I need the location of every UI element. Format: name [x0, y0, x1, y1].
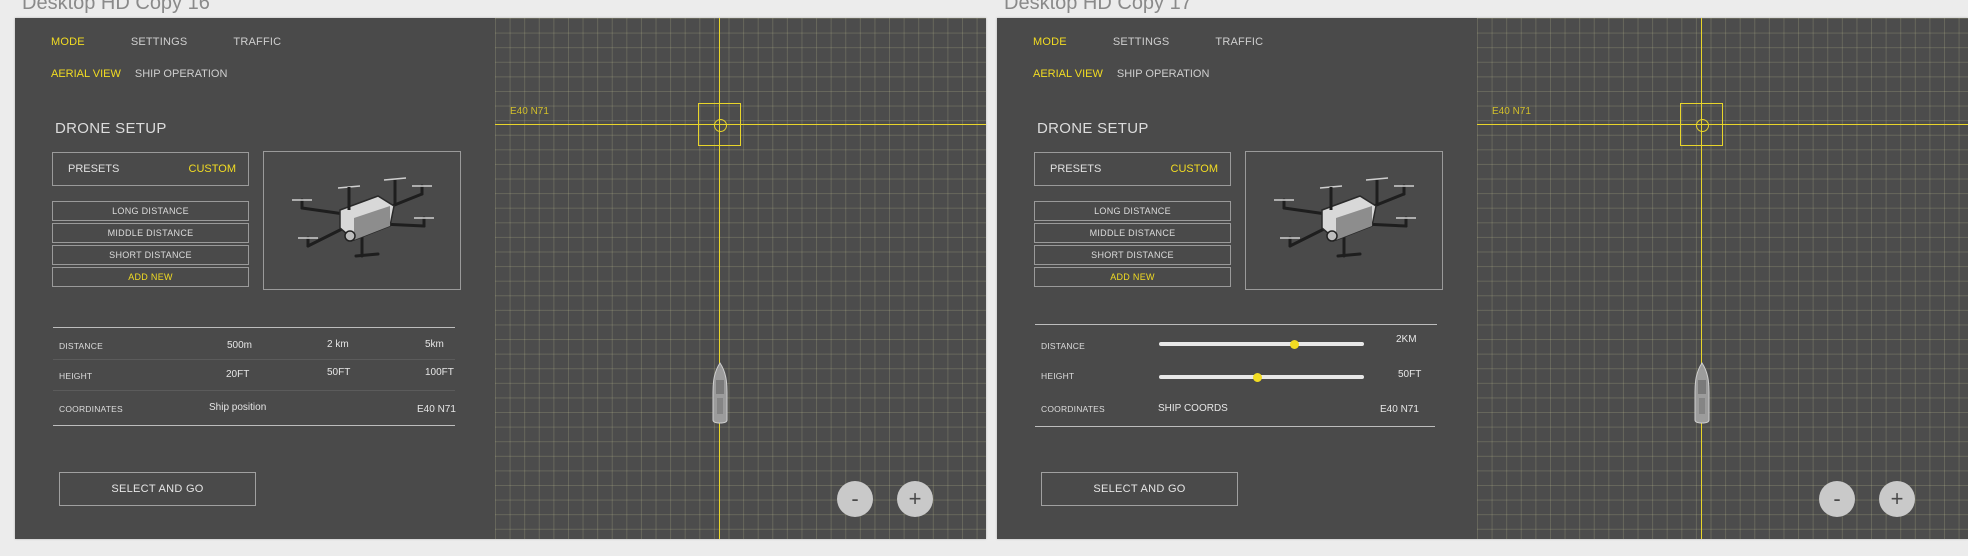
- preset-short-distance[interactable]: SHORT DISTANCE: [1034, 245, 1231, 265]
- coordinates-ship-coords[interactable]: SHIP COORDS: [1158, 403, 1228, 414]
- artboard-2: MODE SETTINGS TRAFFIC AERIAL VIEW SHIP O…: [997, 18, 1968, 539]
- nav-traffic[interactable]: TRAFFIC: [1215, 36, 1263, 48]
- table-bottom-divider: [1035, 426, 1435, 427]
- map-coordinate-label: E40 N71: [1492, 106, 1531, 117]
- table-bottom-divider: [53, 425, 455, 426]
- drone-icon: [1274, 176, 1416, 257]
- row-divider: [53, 390, 455, 391]
- preset-add-new[interactable]: ADD NEW: [1034, 267, 1231, 287]
- map-coordinate-label: E40 N71: [510, 106, 549, 117]
- table-top-divider: [1035, 324, 1437, 325]
- ship-icon[interactable]: [1694, 362, 1710, 424]
- control-panel: MODE SETTINGS TRAFFIC AERIAL VIEW SHIP O…: [15, 18, 495, 539]
- distance-option-2km[interactable]: 2 km: [327, 339, 349, 350]
- coordinates-label: COORDINATES: [1041, 404, 1105, 414]
- presets-dropdown[interactable]: PRESETS CUSTOM: [1034, 152, 1231, 186]
- target-marker[interactable]: [1680, 103, 1723, 146]
- preset-middle-distance[interactable]: MIDDLE DISTANCE: [52, 223, 249, 243]
- map-grid[interactable]: E40 N71 - +: [495, 18, 986, 539]
- presets-value: CUSTOM: [1170, 163, 1218, 175]
- crosshair-vertical: [719, 18, 720, 539]
- coordinates-label: COORDINATES: [59, 404, 123, 414]
- preset-long-distance[interactable]: LONG DISTANCE: [52, 201, 249, 221]
- distance-label: DISTANCE: [1041, 341, 1085, 351]
- distance-option-5km[interactable]: 5km: [425, 339, 444, 350]
- select-and-go-button[interactable]: SELECT AND GO: [1041, 472, 1238, 506]
- presets-label: PRESETS: [68, 163, 120, 175]
- height-slider-handle[interactable]: [1252, 372, 1262, 382]
- ship-icon[interactable]: [712, 362, 728, 424]
- height-label: HEIGHT: [59, 371, 93, 381]
- nav-settings[interactable]: SETTINGS: [1113, 36, 1170, 48]
- height-value: 50FT: [1398, 369, 1422, 380]
- subnav-aerial-view[interactable]: AERIAL VIEW: [1033, 68, 1103, 80]
- drone-icon: [292, 176, 434, 257]
- preset-list: LONG DISTANCE MIDDLE DISTANCE SHORT DIST…: [52, 201, 249, 289]
- subnav-ship-operation[interactable]: SHIP OPERATION: [1117, 68, 1210, 80]
- presets-value: CUSTOM: [188, 163, 236, 175]
- distance-label: DISTANCE: [59, 341, 103, 351]
- sub-nav: AERIAL VIEW SHIP OPERATION: [1033, 68, 1209, 80]
- section-title: DRONE SETUP: [1037, 120, 1149, 137]
- target-marker[interactable]: [698, 103, 741, 146]
- control-panel: MODE SETTINGS TRAFFIC AERIAL VIEW SHIP O…: [997, 18, 1477, 539]
- zoom-out-button[interactable]: -: [1819, 481, 1855, 517]
- preset-add-new[interactable]: ADD NEW: [52, 267, 249, 287]
- nav-traffic[interactable]: TRAFFIC: [233, 36, 281, 48]
- zoom-in-button[interactable]: +: [1879, 481, 1915, 517]
- distance-slider[interactable]: [1159, 339, 1364, 349]
- coordinates-value: E40 N71: [417, 404, 456, 415]
- preset-long-distance[interactable]: LONG DISTANCE: [1034, 201, 1231, 221]
- subnav-ship-operation[interactable]: SHIP OPERATION: [135, 68, 228, 80]
- select-and-go-button[interactable]: SELECT AND GO: [59, 472, 256, 506]
- target-ring-icon: [714, 119, 727, 132]
- table-top-divider: [53, 327, 455, 328]
- zoom-in-button[interactable]: +: [897, 481, 933, 517]
- height-label: HEIGHT: [1041, 371, 1075, 381]
- distance-option-500m[interactable]: 500m: [227, 340, 252, 351]
- coordinates-ship-position[interactable]: Ship position: [209, 402, 266, 413]
- nav-settings[interactable]: SETTINGS: [131, 36, 188, 48]
- height-option-20ft[interactable]: 20FT: [226, 369, 249, 380]
- subnav-aerial-view[interactable]: AERIAL VIEW: [51, 68, 121, 80]
- drone-preview: [1245, 151, 1443, 290]
- section-title: DRONE SETUP: [55, 120, 167, 137]
- preset-short-distance[interactable]: SHORT DISTANCE: [52, 245, 249, 265]
- map-grid[interactable]: E40 N71 - +: [1477, 18, 1968, 539]
- distance-slider-handle[interactable]: [1289, 339, 1299, 349]
- preset-list: LONG DISTANCE MIDDLE DISTANCE SHORT DIST…: [1034, 201, 1231, 289]
- crosshair-vertical: [1701, 18, 1702, 539]
- sub-nav: AERIAL VIEW SHIP OPERATION: [51, 68, 227, 80]
- nav-mode[interactable]: MODE: [51, 36, 85, 48]
- artboard-title: Desktop HD Copy 16: [22, 0, 210, 14]
- row-divider: [53, 359, 455, 360]
- height-option-100ft[interactable]: 100FT: [425, 367, 454, 378]
- artboard-title: Desktop HD Copy 17: [1004, 0, 1192, 14]
- coordinates-value: E40 N71: [1380, 404, 1419, 415]
- top-nav: MODE SETTINGS TRAFFIC: [51, 36, 281, 48]
- drone-preview: [263, 151, 461, 290]
- nav-mode[interactable]: MODE: [1033, 36, 1067, 48]
- preset-middle-distance[interactable]: MIDDLE DISTANCE: [1034, 223, 1231, 243]
- distance-value: 2KM: [1396, 334, 1417, 345]
- artboard-1: MODE SETTINGS TRAFFIC AERIAL VIEW SHIP O…: [15, 18, 986, 539]
- zoom-out-button[interactable]: -: [837, 481, 873, 517]
- top-nav: MODE SETTINGS TRAFFIC: [1033, 36, 1263, 48]
- presets-label: PRESETS: [1050, 163, 1102, 175]
- presets-dropdown[interactable]: PRESETS CUSTOM: [52, 152, 249, 186]
- target-ring-icon: [1696, 119, 1709, 132]
- height-option-50ft[interactable]: 50FT: [327, 367, 350, 378]
- height-slider[interactable]: [1159, 372, 1364, 382]
